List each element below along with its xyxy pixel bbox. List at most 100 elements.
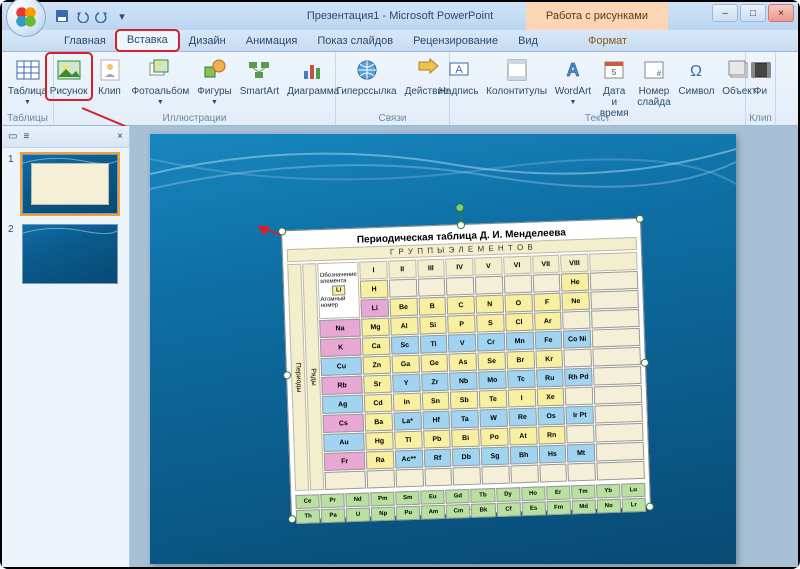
slide-editor[interactable]: Периодическая таблица Д. И. Менделеева Г… [130, 126, 798, 567]
pt-element: W [479, 409, 507, 428]
clip-icon [96, 56, 124, 84]
btn-datetime[interactable]: 5 Дата и время [596, 54, 632, 121]
pt-act: Bk [471, 503, 496, 518]
pt-act: Lr [622, 498, 647, 513]
pt-element: Ra [366, 451, 394, 470]
tab-slideshow[interactable]: Показ слайдов [307, 32, 403, 51]
group-illustrations: Рисунок Клип Фотоальбом ▼ Фигуры ▼ Smart… [54, 52, 336, 125]
qat-dropdown[interactable]: ▾ [114, 8, 130, 24]
thumb-number-2: 2 [8, 224, 18, 235]
pt-element: Hg [365, 432, 393, 451]
ribbon-tabs: Главная Вставка Дизайн Анимация Показ сл… [2, 30, 798, 52]
slide-thumb-2[interactable] [22, 224, 118, 284]
pt-element: S [476, 314, 504, 333]
maximize-button[interactable]: □ [740, 4, 766, 22]
tab-review[interactable]: Рецензирование [403, 32, 508, 51]
pt-element: La* [393, 412, 421, 431]
hyperlink-icon [353, 56, 381, 84]
close-button[interactable]: × [768, 4, 794, 22]
resize-handle-nw[interactable] [278, 227, 286, 235]
slide-thumbnails-panel: ▭ ≡ × 1 2 [2, 126, 130, 567]
btn-wordart[interactable]: A WordArt ▼ [552, 54, 594, 108]
tab-home[interactable]: Главная [54, 32, 116, 51]
qat-redo[interactable] [94, 8, 110, 24]
pt-element: Rh Pd [564, 368, 592, 387]
pt-element [504, 275, 532, 294]
pt-lan: Pr [320, 493, 345, 508]
pt-lan: Pm [370, 492, 395, 507]
outline-tab-icon[interactable]: ≡ [23, 131, 29, 142]
tab-format[interactable]: Формат [578, 32, 637, 51]
btn-slidenum[interactable]: # Номер слайда [634, 54, 673, 110]
pt-element: Y [392, 374, 420, 393]
pt-act: Th [296, 509, 321, 524]
pt-lan: Ho [521, 486, 546, 501]
btn-clip[interactable]: Клип [93, 54, 127, 99]
pt-element: F [533, 293, 561, 312]
btn-symbol[interactable]: Ω Символ [676, 54, 718, 99]
pt-element [510, 465, 538, 484]
btn-picture[interactable]: Рисунок [47, 54, 91, 99]
tab-animation[interactable]: Анимация [236, 32, 308, 51]
wordart-icon: A [559, 56, 587, 84]
pt-element: Cl [505, 313, 533, 332]
group-text: A Надпись Колонтитулы A WordArt ▼ 5 Дата… [450, 52, 746, 125]
minimize-button[interactable]: – [712, 4, 738, 22]
pt-element: Br [506, 351, 534, 370]
pt-element: Nb [449, 372, 477, 391]
pt-element: Li [361, 299, 389, 318]
slide-canvas[interactable]: Периодическая таблица Д. И. Менделеева Г… [150, 134, 736, 564]
pt-element: Zr [421, 373, 449, 392]
tab-insert[interactable]: Вставка [116, 30, 179, 51]
btn-movie[interactable]: Фи [744, 54, 778, 99]
btn-shapes[interactable]: Фигуры ▼ [194, 54, 234, 108]
tab-design[interactable]: Дизайн [179, 32, 236, 51]
btn-table[interactable]: Таблица ▼ [5, 54, 50, 108]
slide-thumb-1[interactable] [22, 154, 118, 214]
album-icon [146, 56, 174, 84]
pt-element [564, 349, 592, 368]
btn-textbox[interactable]: A Надпись [436, 54, 482, 99]
resize-handle-e[interactable] [641, 359, 649, 367]
pt-element: At [509, 427, 537, 446]
svg-text:#: # [657, 69, 662, 78]
pt-element: I [508, 389, 536, 408]
close-panel-button[interactable]: × [117, 131, 123, 142]
qat-save[interactable] [54, 8, 70, 24]
pt-element: Ti [419, 335, 447, 354]
pt-element: Sr [363, 375, 391, 394]
btn-hyperlink-label: Гиперссылка [336, 86, 396, 97]
pt-act: Cm [446, 504, 471, 519]
btn-table-label: Таблица [8, 86, 47, 97]
btn-hyperlink[interactable]: Гиперссылка [333, 54, 399, 99]
pt-element [532, 274, 560, 293]
svg-text:A: A [455, 64, 463, 76]
btn-album[interactable]: Фотоальбом ▼ [129, 54, 193, 108]
slides-tab-icon[interactable]: ▭ [8, 131, 17, 142]
pt-element: Sn [421, 392, 449, 411]
pt-act: Am [421, 505, 446, 520]
pt-act: Es [521, 501, 546, 516]
tab-view[interactable]: Вид [508, 32, 548, 51]
resize-handle-w[interactable] [283, 371, 291, 379]
pt-element: Ag [322, 395, 364, 414]
pt-element: Cs [323, 414, 365, 433]
headerfooter-icon [503, 56, 531, 84]
pt-element: Ru [536, 369, 564, 388]
pt-element: Db [452, 448, 480, 467]
pt-element: Cd [364, 394, 392, 413]
pt-col-header: VI [503, 256, 531, 275]
pt-element: Bh [510, 446, 538, 465]
btn-headerfooter[interactable]: Колонтитулы [483, 54, 549, 99]
qat-undo[interactable] [74, 8, 90, 24]
pt-element: In [393, 393, 421, 412]
pt-element: Sb [450, 391, 478, 410]
btn-smartart[interactable]: SmartArt [237, 54, 282, 99]
resize-handle-se[interactable] [646, 503, 654, 511]
resize-handle-ne[interactable] [636, 215, 644, 223]
pt-element: Al [390, 317, 418, 336]
resize-handle-sw[interactable] [288, 515, 296, 523]
inserted-picture[interactable]: Периодическая таблица Д. И. Менделеева Г… [281, 218, 651, 520]
pt-lan: Tm [571, 485, 596, 500]
pt-element [481, 466, 509, 485]
